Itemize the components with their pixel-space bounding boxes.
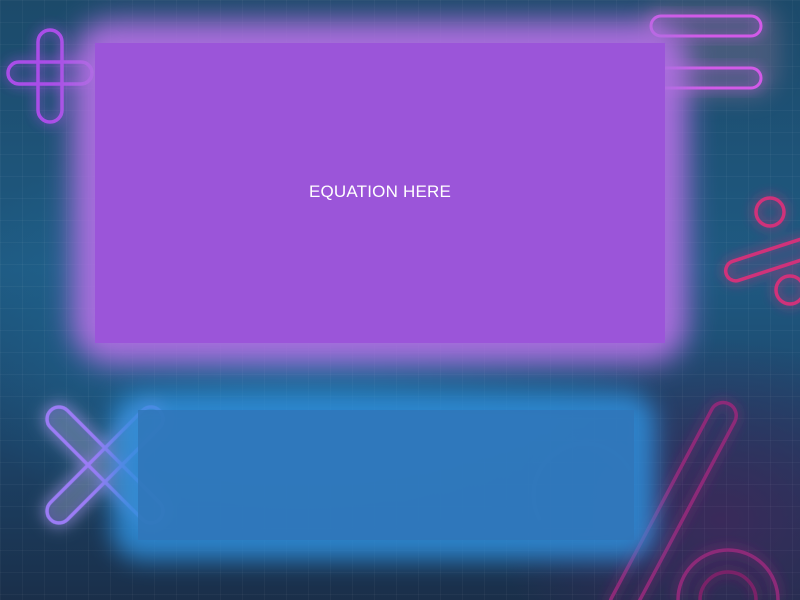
equation-panel: EQUATION HERE [95,43,665,343]
equation-placeholder-text: EQUATION HERE [308,182,452,201]
slide-canvas: EQUATION HERE [0,0,800,600]
percent-icon [723,196,800,306]
answer-panel [138,410,634,540]
